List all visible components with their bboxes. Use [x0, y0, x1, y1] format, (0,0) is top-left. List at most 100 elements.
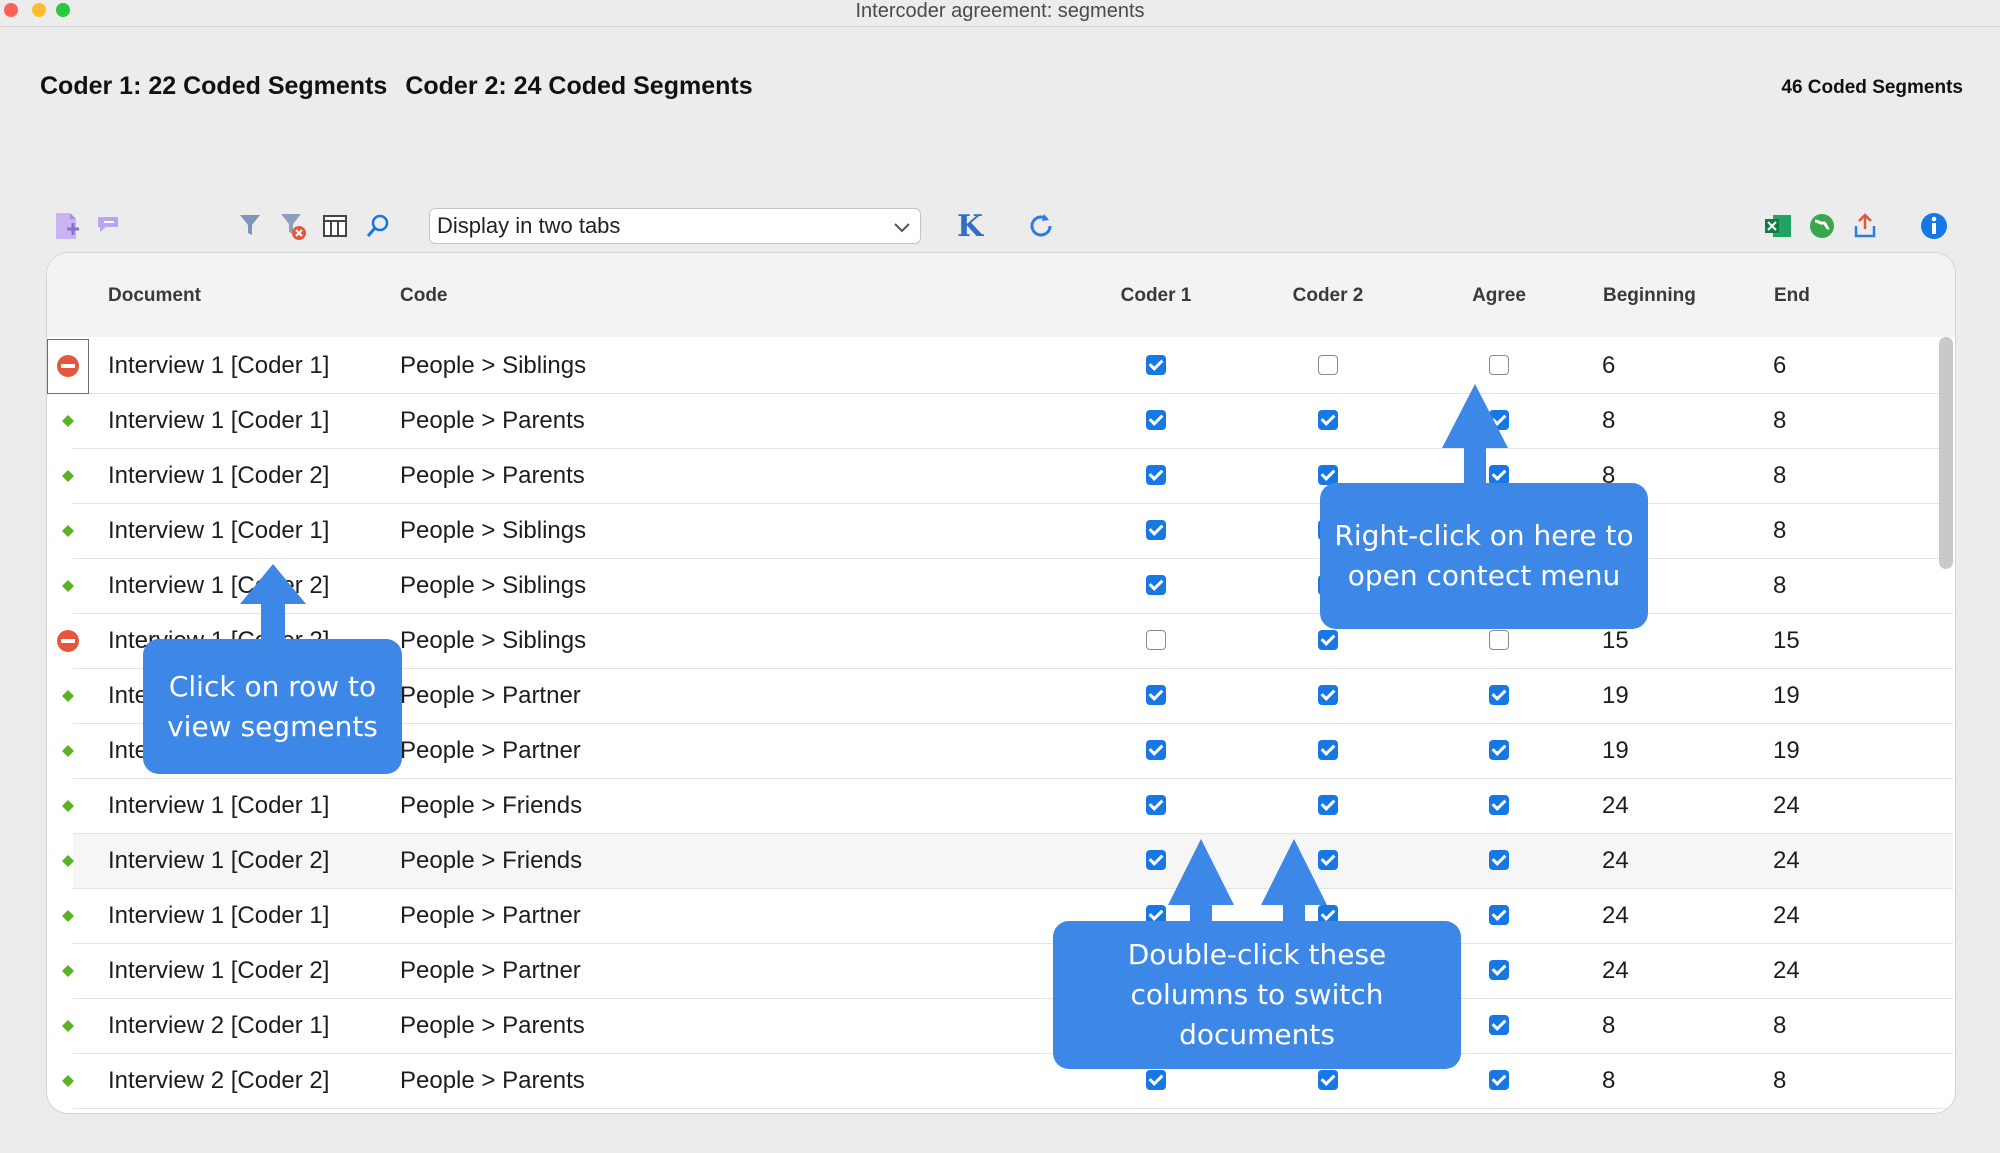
- column-header-agree[interactable]: Agree: [1472, 285, 1526, 307]
- coder1-checkbox[interactable]: [1146, 355, 1166, 375]
- search-icon[interactable]: [362, 210, 394, 242]
- document-cell: Interview 1 [Coder 1]: [108, 352, 330, 379]
- table-row[interactable]: Interview 1 [Coder 1] People > Parents 8 8: [62, 394, 1953, 449]
- document-cell: Interview 1 [Coder 1]: [108, 792, 330, 819]
- table-row[interactable]: Interview 1 [Coder 2] People > Friends 24 2…: [62, 834, 1953, 889]
- end-cell: 24: [1773, 957, 1800, 984]
- coder1-checkbox[interactable]: [1146, 630, 1166, 650]
- coder1-checkbox[interactable]: [1146, 850, 1166, 870]
- kappa-icon[interactable]: K: [954, 209, 986, 244]
- document-cell: Interview 1 [Coder 1]: [108, 902, 330, 929]
- agree-checkbox[interactable]: [1489, 355, 1509, 375]
- table-row[interactable]: Interview 1 [Coder 2] People > Parents 8 8: [62, 449, 1953, 504]
- agree-icon: [62, 1074, 74, 1092]
- coder2-checkbox[interactable]: [1318, 1070, 1338, 1090]
- coder2-checkbox[interactable]: [1318, 740, 1338, 760]
- agree-checkbox[interactable]: [1489, 905, 1509, 925]
- coder2-checkbox[interactable]: [1318, 465, 1338, 485]
- info-icon[interactable]: [1918, 210, 1950, 242]
- coder2-checkbox[interactable]: [1318, 685, 1338, 705]
- web-export-icon[interactable]: [1806, 210, 1838, 242]
- clear-filter-icon[interactable]: [277, 210, 309, 242]
- code-cell: People > Parents: [400, 462, 585, 489]
- table-row[interactable]: Interview 1 [Coder 1]People > Siblings88: [62, 504, 1953, 559]
- coder1-checkbox[interactable]: [1146, 795, 1166, 815]
- coder1-checkbox[interactable]: [1146, 575, 1166, 595]
- document-cell: Interview 2 [Coder 1]: [108, 1012, 330, 1039]
- agree-icon: [62, 799, 74, 817]
- coder1-checkbox[interactable]: [1146, 520, 1166, 540]
- agree-checkbox[interactable]: [1489, 960, 1509, 980]
- coder2-checkbox[interactable]: [1318, 630, 1338, 650]
- column-header-end[interactable]: End: [1774, 285, 1810, 307]
- code-cell: People > Siblings: [400, 572, 587, 599]
- coder1-checkbox[interactable]: [1146, 740, 1166, 760]
- coder1-checkbox[interactable]: [1146, 410, 1166, 430]
- context-menu-callout: Right-click on here to open contect menu: [1320, 483, 1648, 629]
- table-row[interactable]: Interview 1 [Coder 2]People > Siblings88: [62, 559, 1953, 614]
- vertical-scrollbar[interactable]: [1939, 337, 1953, 569]
- column-header-beginning[interactable]: Beginning: [1603, 285, 1696, 307]
- agree-icon: [62, 469, 74, 487]
- beginning-cell: 8: [1602, 1067, 1616, 1094]
- beginning-cell: 24: [1602, 792, 1629, 819]
- end-cell: 24: [1773, 902, 1800, 929]
- code-cell: People > Friends: [400, 847, 583, 874]
- agree-icon: [62, 964, 74, 982]
- agree-checkbox[interactable]: [1489, 1070, 1509, 1090]
- code-cell: People > Friends: [400, 792, 583, 819]
- table-row[interactable]: Interview 1 [Coder 1] People > Friends 24 2…: [62, 779, 1953, 834]
- coder1-checkbox[interactable]: [1146, 685, 1166, 705]
- column-header-code[interactable]: Code: [400, 285, 448, 307]
- beginning-cell: 15: [1602, 627, 1629, 654]
- disagree-icon: [56, 354, 80, 383]
- coder1-checkbox[interactable]: [1146, 465, 1166, 485]
- agree-checkbox[interactable]: [1489, 850, 1509, 870]
- table-row[interactable]: Interview 1 [Coder 2] People > Partner 24 2…: [62, 944, 1953, 999]
- agree-checkbox[interactable]: [1489, 795, 1509, 815]
- table-row[interactable]: Interview 2 [Coder 2] People > Parents 8 8: [62, 1054, 1953, 1109]
- end-cell: 8: [1773, 462, 1787, 489]
- beginning-cell: 19: [1602, 737, 1629, 764]
- coder1-checkbox[interactable]: [1146, 1070, 1166, 1090]
- link-icon[interactable]: [93, 210, 125, 242]
- agree-checkbox[interactable]: [1489, 685, 1509, 705]
- end-cell: 24: [1773, 847, 1800, 874]
- double-click-arrow-coder2: [1261, 839, 1327, 924]
- total-segments: 46 Coded Segments: [1781, 77, 1963, 98]
- table-row[interactable]: Interview 1 [Coder 1] People > Siblings 6 6: [47, 339, 1953, 394]
- end-cell: 6: [1773, 352, 1787, 379]
- coder2-checkbox[interactable]: [1318, 795, 1338, 815]
- code-cell: People > Siblings: [400, 517, 587, 544]
- pen-icon[interactable]: [164, 210, 196, 242]
- column-header-coder2[interactable]: Coder 2: [1293, 285, 1364, 307]
- refresh-icon[interactable]: [1025, 210, 1057, 242]
- excel-export-icon[interactable]: [1762, 210, 1794, 242]
- coder2-checkbox[interactable]: [1318, 355, 1338, 375]
- document-cell: Interview 1 [Coder 2]: [108, 847, 330, 874]
- agree-checkbox[interactable]: [1489, 1015, 1509, 1035]
- coder2-summary: Coder 2: 24 Coded Segments: [405, 72, 753, 100]
- context-menu-arrow: [1442, 384, 1508, 484]
- agree-icon: [62, 579, 74, 597]
- beginning-cell: 24: [1602, 902, 1629, 929]
- table-header: Document Code Coder 1 Coder 2 Agree Begi…: [47, 253, 1955, 337]
- columns-icon[interactable]: [319, 210, 351, 242]
- export-icon[interactable]: [1849, 210, 1881, 242]
- beginning-cell: 24: [1602, 957, 1629, 984]
- agree-checkbox[interactable]: [1489, 630, 1509, 650]
- column-header-coder1[interactable]: Coder 1: [1121, 285, 1192, 307]
- end-cell: 8: [1773, 517, 1787, 544]
- table-row[interactable]: Interview 2 [Coder 1] People > Parents 8 8: [62, 999, 1953, 1054]
- column-header-document[interactable]: Document: [108, 285, 201, 307]
- filter-icon[interactable]: [234, 210, 266, 242]
- new-document-icon[interactable]: [51, 210, 83, 242]
- agree-icon: [62, 854, 74, 872]
- agree-icon: [62, 744, 74, 762]
- display-mode-select[interactable]: Display in two tabs: [429, 208, 921, 244]
- coder2-checkbox[interactable]: [1318, 410, 1338, 430]
- agree-icon: [62, 909, 74, 927]
- agree-checkbox[interactable]: [1489, 740, 1509, 760]
- display-mode-value: Display in two tabs: [437, 213, 621, 238]
- table-row[interactable]: Interview 1 [Coder 1] People > Partner 24 2…: [62, 889, 1953, 944]
